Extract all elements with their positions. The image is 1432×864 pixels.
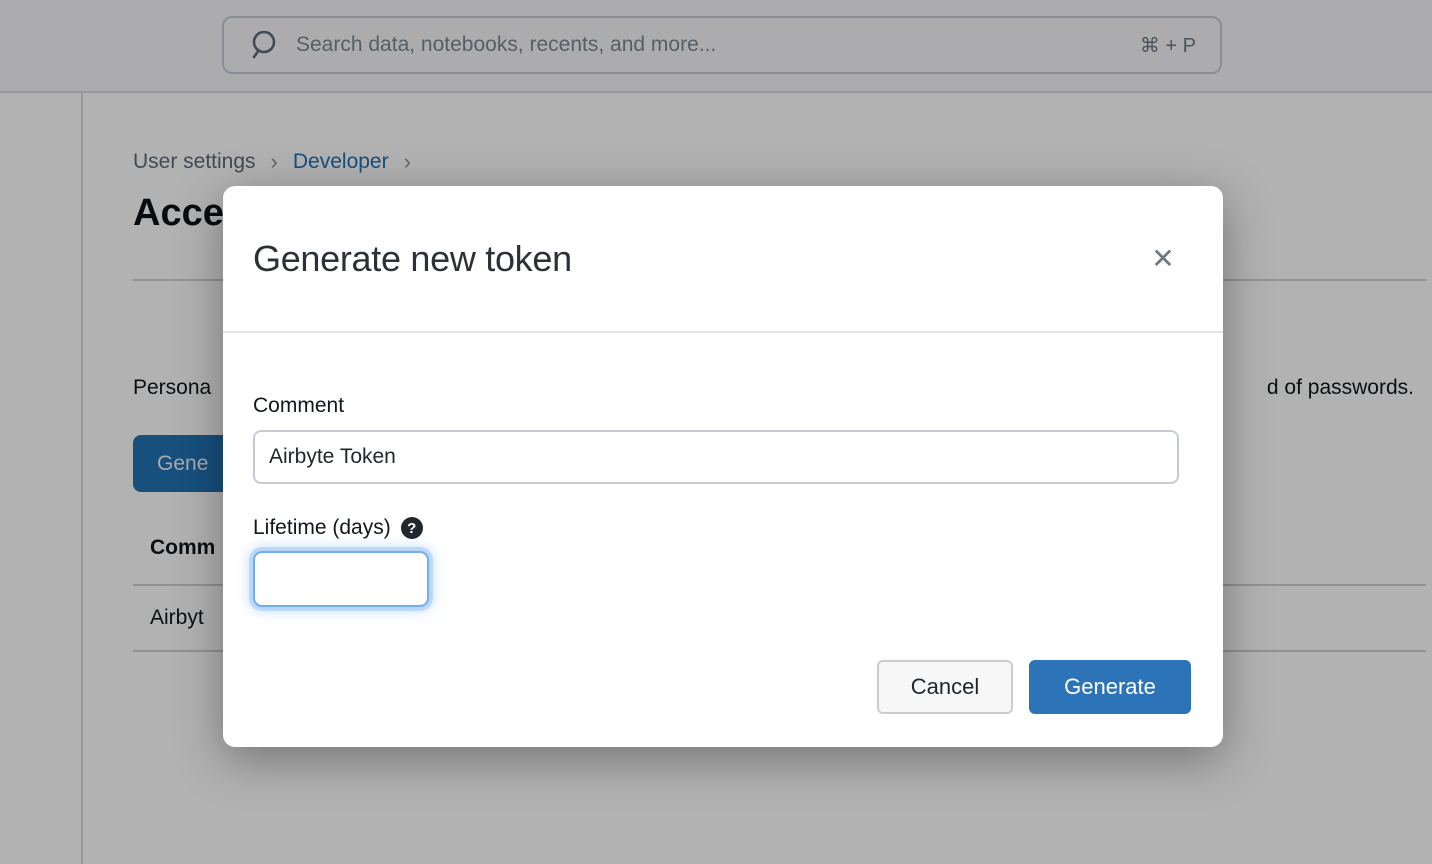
lifetime-label: Lifetime (days) <box>253 516 391 540</box>
cancel-button[interactable]: Cancel <box>877 660 1013 714</box>
modal-footer: Cancel Generate <box>877 660 1191 714</box>
lifetime-input[interactable] <box>253 551 429 607</box>
generate-button[interactable]: Generate <box>1029 660 1191 714</box>
modal-header: Generate new token ✕ <box>223 186 1223 333</box>
comment-label: Comment <box>253 394 1179 418</box>
modal-title: Generate new token <box>253 238 572 280</box>
generate-token-modal: Generate new token ✕ Comment Lifetime (d… <box>223 186 1223 747</box>
comment-input[interactable] <box>253 430 1179 484</box>
help-icon[interactable]: ? <box>401 517 423 539</box>
lifetime-label-row: Lifetime (days) ? <box>253 516 1179 540</box>
close-icon[interactable]: ✕ <box>1143 239 1183 279</box>
modal-body: Comment Lifetime (days) ? <box>223 333 1223 607</box>
